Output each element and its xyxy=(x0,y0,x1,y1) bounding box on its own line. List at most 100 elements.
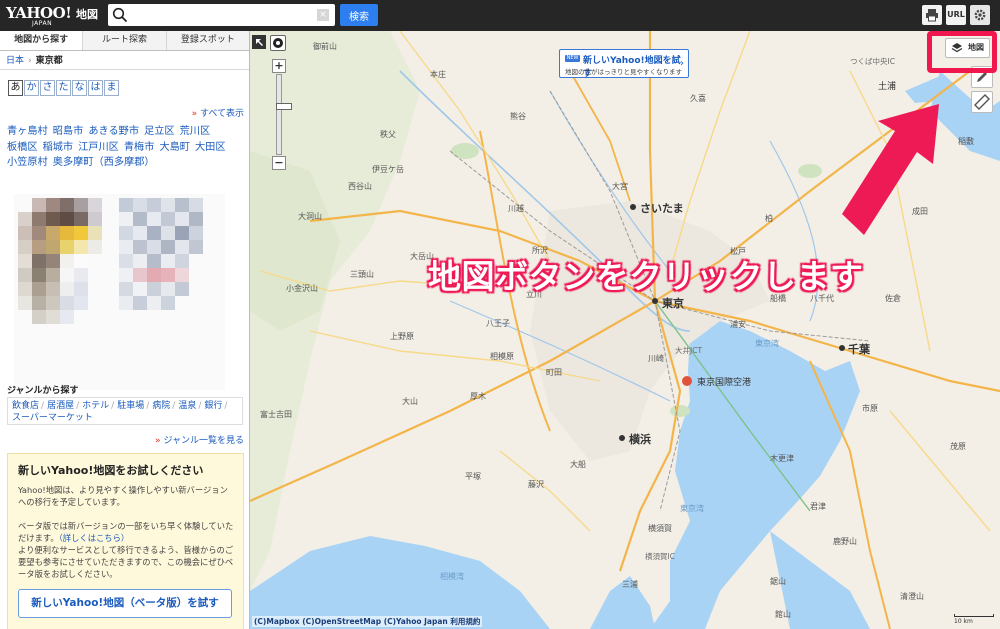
top-bar: YAHOO! JAPAN 地図 × 検索 URL xyxy=(0,0,1000,31)
genre-link[interactable]: 居酒屋 xyxy=(47,401,74,411)
genre-separator: / xyxy=(224,401,228,411)
kana-ha[interactable]: は xyxy=(88,80,103,96)
city-link[interactable]: 青ヶ島村 xyxy=(7,126,48,137)
city-link[interactable]: 奥多摩町（西多摩郡） xyxy=(53,157,155,168)
chevron-right-icon: › xyxy=(680,58,684,69)
beta-details-link[interactable]: （詳しくはこちら） xyxy=(59,533,130,543)
genre-link[interactable]: 駐車場 xyxy=(117,401,144,411)
genre-link[interactable]: ホテル xyxy=(82,401,109,411)
map-label: 横須賀 xyxy=(648,524,672,533)
map-label: 相模湾 xyxy=(440,572,464,581)
map-label: 土浦 xyxy=(878,82,897,92)
new-map-banner[interactable]: NEW 新しいYahoo!地図を試す 地図の色がはっきりと見やすくなります › xyxy=(559,49,689,79)
map-label: 熊谷 xyxy=(510,112,526,121)
collapse-sidebar-button[interactable] xyxy=(252,35,266,49)
kana-ka[interactable]: か xyxy=(24,80,39,96)
map-label: 西谷山 xyxy=(348,182,372,191)
tab-saved-spots[interactable]: 登録スポット xyxy=(166,31,249,50)
kana-sa[interactable]: さ xyxy=(40,80,55,96)
kana-a[interactable]: あ xyxy=(8,80,23,96)
tab-route-search[interactable]: ルート探索 xyxy=(83,31,167,50)
map-label: 藤沢 xyxy=(528,480,544,489)
measure-tool-button[interactable] xyxy=(971,91,993,113)
try-beta-button[interactable]: 新しいYahoo!地図（ベータ版）を試す xyxy=(18,589,232,618)
genre-link[interactable]: 飲食店 xyxy=(12,401,39,411)
zoom-in-button[interactable]: + xyxy=(272,59,286,73)
kana-index: あ か さ た な は ま xyxy=(8,80,120,96)
map-label: 茂原 xyxy=(950,442,966,451)
gear-icon xyxy=(974,9,986,21)
breadcrumb-japan[interactable]: 日本 xyxy=(6,56,24,66)
show-all-link[interactable]: » すべて表示 xyxy=(192,106,244,119)
map-label: 大井JCT xyxy=(675,346,703,355)
map-label: 川崎 xyxy=(648,354,664,363)
beta-title: 新しいYahoo!地図をお試しください xyxy=(18,464,204,477)
current-location-button[interactable] xyxy=(270,35,286,51)
print-button[interactable] xyxy=(922,5,942,25)
zoom-control: + − xyxy=(272,59,292,171)
highlight-frame xyxy=(927,31,997,73)
map-label: 鹿野山 xyxy=(833,537,857,546)
genre-separator: / xyxy=(76,401,80,411)
new-badge: NEW xyxy=(565,55,580,62)
map-label: 館山 xyxy=(775,610,791,619)
tab-map-search[interactable]: 地図から探す xyxy=(0,31,84,50)
map-label: 東京国際空港 xyxy=(697,378,752,388)
genre-list-link[interactable]: » ジャンル一覧を見る xyxy=(155,433,244,446)
city-link[interactable]: 青梅市 xyxy=(124,142,155,153)
map-label: 町田 xyxy=(546,368,562,377)
scale-bar: 10 km xyxy=(954,614,994,625)
map-label: 大船 xyxy=(570,460,586,469)
city-link[interactable]: 小笠原村 xyxy=(7,157,48,168)
map-label: 稲敷 xyxy=(958,137,974,146)
city-link[interactable]: 足立区 xyxy=(144,126,175,137)
city-link[interactable]: 大田区 xyxy=(195,142,226,153)
zoom-slider[interactable] xyxy=(276,74,292,155)
kana-ta[interactable]: た xyxy=(56,80,71,96)
map-view[interactable]: 東京 さいたま 千葉 横浜 東京湾 相模湾 東京国際空港 秩父 伊豆ケ岳 西谷山… xyxy=(250,31,1000,629)
zoom-out-button[interactable]: − xyxy=(272,156,286,170)
genre-link[interactable]: 温泉 xyxy=(178,401,196,411)
city-link[interactable]: 稲城市 xyxy=(43,142,74,153)
city-link[interactable]: 江戸川区 xyxy=(78,142,119,153)
advertisement-image[interactable] xyxy=(14,194,225,390)
search-input[interactable] xyxy=(132,6,312,24)
settings-button[interactable] xyxy=(970,5,990,25)
clear-icon[interactable]: × xyxy=(317,9,329,21)
genre-link[interactable]: スーパーマーケット xyxy=(12,413,93,423)
breadcrumb-current: 東京都 xyxy=(35,56,63,66)
yahoo-japan-logo[interactable]: YAHOO! JAPAN 地図 xyxy=(6,3,102,28)
map-label: 相模原 xyxy=(490,352,514,361)
genre-separator: / xyxy=(41,401,45,411)
map-label: 富士吉田 xyxy=(260,410,292,419)
kana-na[interactable]: な xyxy=(72,80,87,96)
map-label: 厚木 xyxy=(470,392,486,401)
url-button[interactable]: URL xyxy=(946,5,966,25)
map-attribution[interactable]: (C)Mapbox (C)OpenStreetMap (C)Yahoo Japa… xyxy=(252,616,483,627)
city-link[interactable]: 板橋区 xyxy=(7,142,38,153)
search-button[interactable]: 検索 xyxy=(340,4,378,26)
genre-list-label: ジャンル一覧を見る xyxy=(163,436,244,446)
genre-separator: / xyxy=(172,401,176,411)
genre-link[interactable]: 病院 xyxy=(152,401,170,411)
map-label: つくば中央IC xyxy=(850,57,895,66)
map-label: 東京湾 xyxy=(680,504,704,513)
map-label: 三頭山 xyxy=(350,270,374,279)
zoom-slider-handle[interactable] xyxy=(276,103,292,110)
map-label: 柏 xyxy=(765,214,773,223)
map-label: 大洞山 xyxy=(298,212,322,221)
map-canvas[interactable] xyxy=(250,31,1000,629)
genre-separator: / xyxy=(198,401,202,411)
city-link[interactable]: あきる野市 xyxy=(88,126,139,137)
beta-paragraph-3: より便利なサービスとして移行できるよう、皆様からのご要望も参考にさせていただきま… xyxy=(18,545,234,579)
map-label: 大宮 xyxy=(612,182,628,191)
kana-ma[interactable]: ま xyxy=(104,80,119,96)
genre-link[interactable]: 銀行 xyxy=(204,401,222,411)
breadcrumb: 日本 › 東京都 xyxy=(0,52,249,70)
city-link[interactable]: 大島町 xyxy=(159,142,190,153)
city-link[interactable]: 昭島市 xyxy=(53,126,84,137)
search-box: × xyxy=(108,4,335,26)
beta-promo-panel: 新しいYahoo!地図をお試しください Yahoo!地図は、より見やすく操作しや… xyxy=(7,453,244,629)
city-link[interactable]: 荒川区 xyxy=(180,126,211,137)
map-label: 東京湾 xyxy=(755,339,779,348)
